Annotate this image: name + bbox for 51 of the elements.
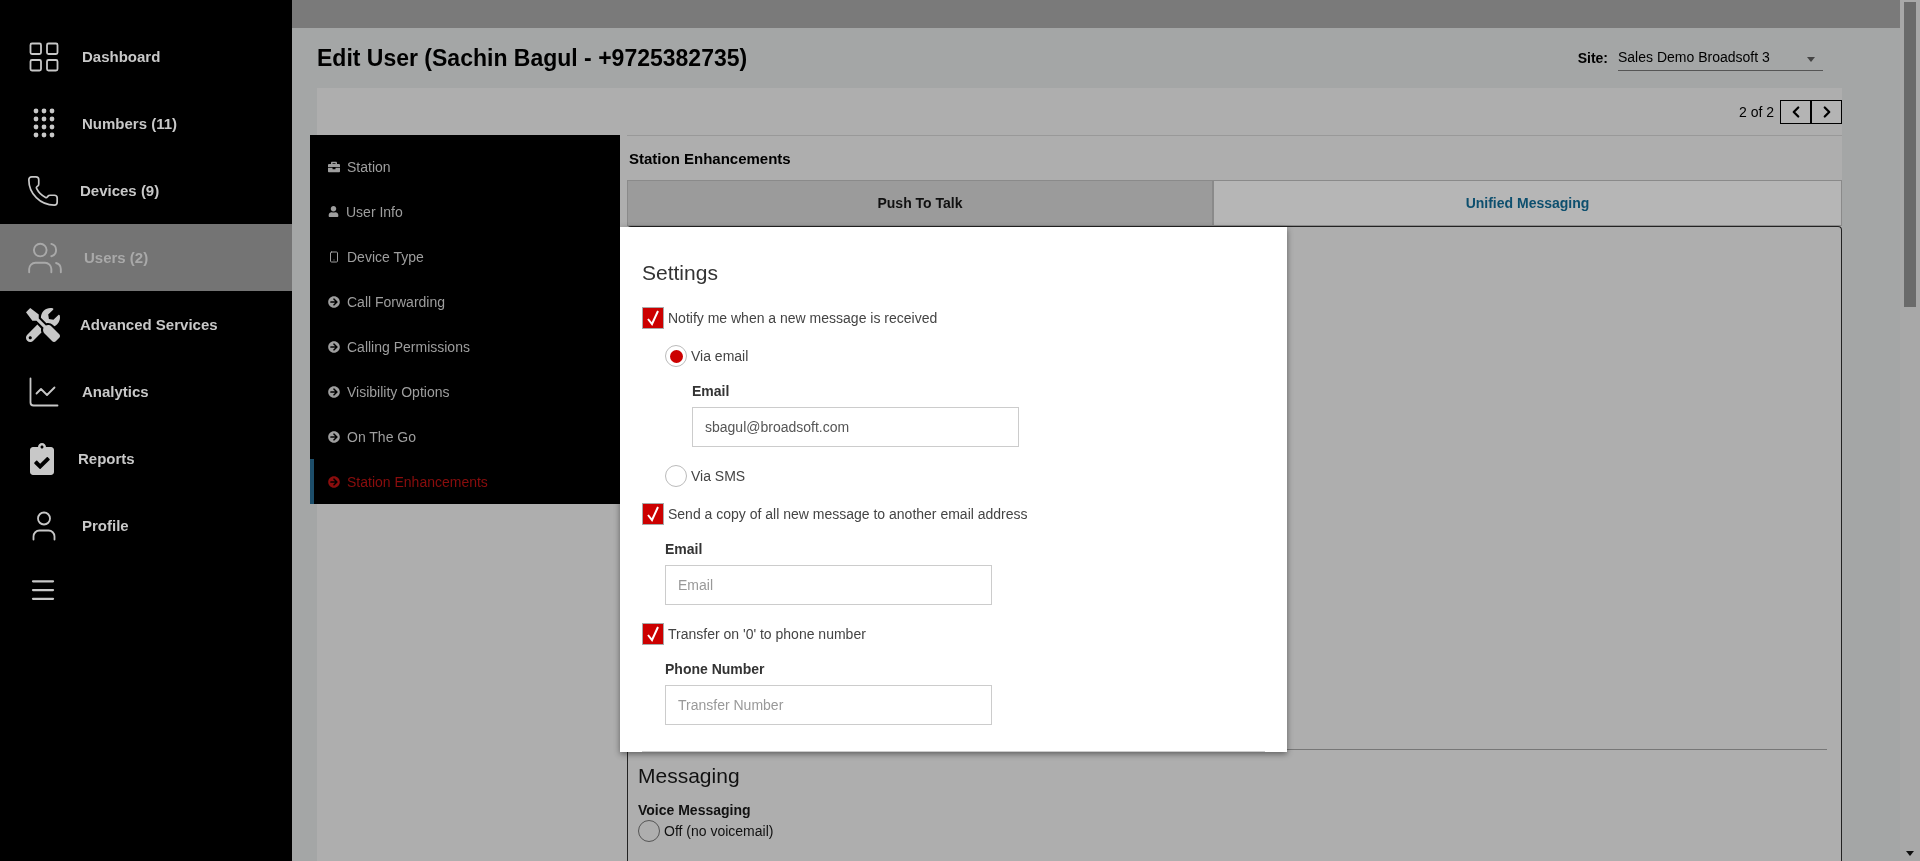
checkbox-label: Send a copy of all new message to another email address [668, 506, 1028, 522]
sidebar-item[interactable]: Profile [0, 492, 292, 559]
user-icon [328, 206, 339, 217]
tab[interactable]: Unified Messaging [1213, 180, 1842, 226]
tools-icon [26, 307, 60, 342]
section-menu-item[interactable]: User Info [310, 189, 620, 234]
checkbox[interactable] [642, 503, 664, 525]
checkbox-label: Transfer on '0' to phone number [668, 626, 866, 642]
input-field[interactable]: sbagul@broadsoft.com [692, 407, 1019, 447]
radio-label: Via SMS [691, 468, 746, 484]
field-label: Phone Number [665, 661, 766, 677]
previous-button[interactable] [1780, 99, 1811, 124]
section-menu-item[interactable]: Device Type [310, 234, 620, 279]
section-menu-item[interactable]: Call Forwarding [310, 279, 620, 324]
input-field[interactable]: Transfer Number [665, 685, 992, 725]
radio-label: Via email [691, 348, 749, 364]
sidebar-item[interactable]: Analytics [0, 358, 292, 425]
briefcase-icon [328, 160, 340, 173]
checkbox[interactable] [642, 307, 664, 329]
input-field[interactable]: Email [665, 565, 992, 605]
selection-indicator [310, 459, 314, 504]
scrollbar-thumb[interactable] [1904, 2, 1916, 307]
section-menu-item[interactable]: Calling Permissions [310, 324, 620, 369]
section-menu-item[interactable]: Station [310, 144, 620, 189]
site-label: Site: [1577, 50, 1608, 66]
field-label: Email [692, 383, 731, 399]
settings-heading: Settings [642, 261, 719, 285]
section-menu-item[interactable]: On The Go [310, 414, 620, 459]
checkbox-label: Notify me when a new message is received [668, 310, 938, 326]
sidebar-item[interactable]: Numbers (11) [0, 90, 292, 157]
radio-button[interactable] [665, 465, 687, 487]
radio-button[interactable] [665, 345, 687, 367]
scrollbar[interactable] [1900, 0, 1920, 861]
page-title: Edit User (Sachin Bagul - +9725382735) [317, 44, 748, 72]
radio-label: Off (no voicemail) [664, 823, 774, 839]
sidebar-item[interactable]: Dashboard [0, 23, 292, 90]
checkbox[interactable] [642, 623, 664, 645]
sidebar-item[interactable]: Reports [0, 425, 292, 492]
phone-icon [26, 173, 60, 208]
group-label: Voice Messaging [638, 802, 752, 818]
messaging-heading: Messaging [638, 764, 741, 788]
section-menu-item[interactable]: Visibility Options [310, 369, 620, 414]
sidebar-item[interactable]: Advanced Services [0, 291, 292, 358]
pager-text: 2 of 2 [1738, 103, 1774, 120]
scroll-down-icon[interactable] [1906, 851, 1914, 856]
sidebar-item[interactable]: Devices (9) [0, 157, 292, 224]
site-select[interactable]: Sales Demo Broadsoft 3 [1618, 45, 1823, 71]
tab[interactable]: Push To Talk [627, 180, 1213, 226]
field-label: Email [665, 541, 704, 557]
next-button[interactable] [1811, 99, 1842, 124]
phone-outline-icon [328, 250, 340, 263]
